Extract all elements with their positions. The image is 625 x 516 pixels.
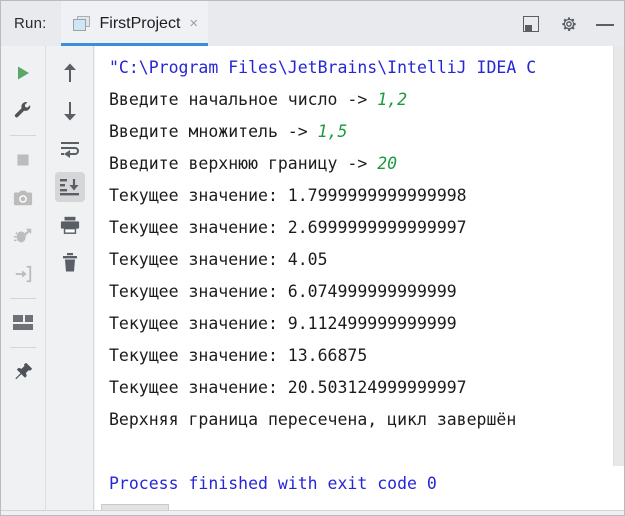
edit-configurations-button[interactable] (8, 96, 38, 126)
console-line-text: Введите множитель -> (109, 122, 318, 141)
trash-icon (62, 253, 77, 272)
console-line: Верхняя граница пересечена, цикл завершё… (109, 404, 536, 436)
console-line: Текущее значение: 9.112499999999999 (109, 308, 536, 340)
thread-dump-button[interactable] (8, 259, 38, 289)
console-line: Текущее значение: 1.7999999999999998 (109, 180, 536, 212)
pin-icon (15, 362, 33, 380)
console-line-text: Верхняя граница пересечена, цикл завершё… (109, 410, 517, 429)
export-arrow-icon (15, 265, 32, 283)
tab-label: FirstProject (99, 14, 181, 32)
console-vertical-scrollbar[interactable] (611, 46, 624, 515)
console-line: "C:\Program Files\JetBrains\IntelliJ IDE… (109, 52, 536, 84)
print-button[interactable] (55, 210, 85, 240)
restore-layout-button[interactable] (8, 221, 38, 251)
up-the-stack-trace-button[interactable] (55, 58, 85, 88)
console-line-text: Текущее значение: 9.112499999999999 (109, 314, 457, 333)
console-line-text: Текущее значение: 4.05 (109, 250, 328, 269)
console-actions-toolbar (46, 46, 94, 515)
arrow-up-icon (63, 63, 76, 82)
toolbar-separator (10, 347, 36, 348)
console-line: Текущее значение: 2.6999999999999997 (109, 212, 536, 244)
clear-all-button[interactable] (55, 248, 85, 278)
toolbar-separator (10, 135, 36, 136)
wrench-icon (14, 102, 31, 118)
console-line-text: Текущее значение: 2.6999999999999997 (109, 218, 467, 237)
console-window-icon (72, 15, 91, 32)
header-actions (522, 1, 614, 46)
console-user-input: 1,5 (317, 122, 348, 141)
console-line-text: Текущее значение: 13.66875 (109, 346, 368, 365)
scroll-to-end-button[interactable] (54, 172, 85, 202)
arrow-down-icon (63, 102, 76, 121)
settings-button[interactable] (559, 14, 579, 34)
console-line: Process finished with exit code 0 (109, 468, 536, 500)
console-line-text: Введите верхнюю границу -> (109, 154, 378, 173)
console-line: Введите верхнюю границу -> 20 (109, 148, 536, 180)
hide-panel-button[interactable] (522, 14, 542, 34)
layout-settings-button[interactable] (8, 308, 38, 338)
console-line-text: Текущее значение: 20.503124999999997 (109, 378, 467, 397)
console-line: Текущее значение: 6.074999999999999 (109, 276, 536, 308)
stop-button[interactable] (8, 145, 38, 175)
console-line-text: Process finished with exit code 0 (109, 474, 437, 493)
soft-wrap-button[interactable] (55, 134, 85, 164)
play-icon (18, 66, 29, 80)
console-user-input: 20 (377, 154, 398, 173)
pin-tab-button[interactable] (8, 357, 38, 387)
console-user-input: 1,2 (377, 90, 408, 109)
toolbar-separator (10, 298, 36, 299)
console-line-text: Текущее значение: 6.074999999999999 (109, 282, 457, 301)
console-output-area[interactable]: "C:\Program Files\JetBrains\IntelliJ IDE… (95, 46, 624, 515)
run-tool-window: Run: FirstProject × "C:\Program Files\Je… (0, 0, 625, 516)
down-the-stack-trace-button[interactable] (55, 96, 85, 126)
tab-firstproject[interactable]: FirstProject × (60, 1, 209, 46)
console-line-text: "C:\Program Files\JetBrains\IntelliJ IDE… (109, 58, 537, 77)
vertical-scrollbar-track[interactable] (613, 46, 624, 466)
console-line: Введите множитель -> 1,5 (109, 116, 536, 148)
console-line: Введите начальное число -> 1,2 (109, 84, 536, 116)
run-label: Run: (14, 15, 47, 32)
window-bottom-edge (1, 510, 624, 515)
camera-icon (13, 190, 33, 206)
screenshot-button[interactable] (8, 183, 38, 213)
soft-wrap-icon (60, 142, 79, 158)
console-line-text: Текущее значение: 1.7999999999999998 (109, 186, 467, 205)
close-icon[interactable]: × (189, 16, 198, 31)
run-actions-toolbar (1, 46, 46, 515)
layout-icon (13, 315, 33, 330)
console-line-text: Введите начальное число -> (109, 90, 378, 109)
console-line: Текущее значение: 13.66875 (109, 340, 536, 372)
bug-restore-icon (13, 228, 32, 243)
print-icon (60, 216, 79, 234)
console-text: "C:\Program Files\JetBrains\IntelliJ IDE… (95, 46, 536, 500)
console-line: Текущее значение: 4.05 (109, 244, 536, 276)
rerun-button[interactable] (8, 58, 38, 88)
console-line: Текущее значение: 20.503124999999997 (109, 372, 536, 404)
gear-icon (562, 16, 576, 31)
scroll-to-end-icon (59, 179, 79, 196)
stop-square-icon (17, 154, 29, 166)
minimize-button[interactable] (596, 14, 614, 34)
run-tool-window-header: Run: FirstProject × (1, 1, 624, 46)
